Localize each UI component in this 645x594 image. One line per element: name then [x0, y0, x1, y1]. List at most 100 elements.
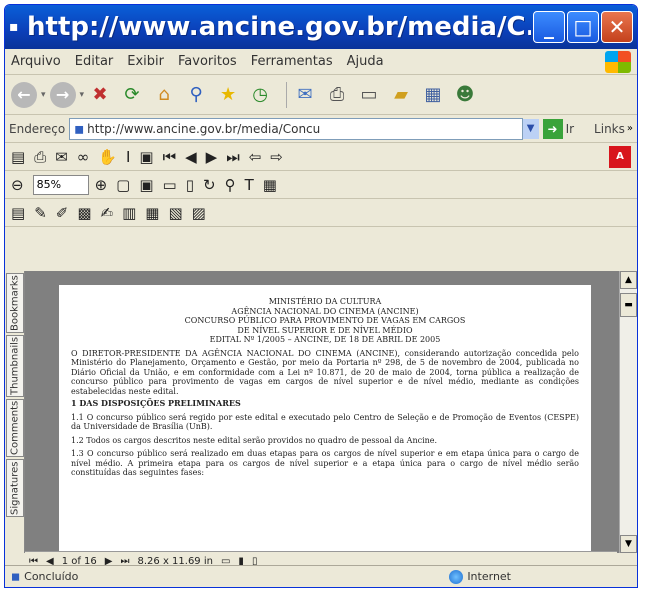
document-area[interactable]: MINISTÉRIO DA CULTURA AGÊNCIA NACIONAL D… — [25, 271, 619, 553]
security-zone: Internet — [449, 569, 511, 584]
close-button[interactable]: ✕ — [601, 11, 633, 43]
zoom-out-icon[interactable]: ⊖ — [11, 176, 24, 194]
page-icon: ◼ — [74, 121, 85, 136]
minimize-button[interactable]: _ — [533, 11, 565, 43]
last-page-icon[interactable]: ⏭ — [226, 148, 240, 166]
messenger-icon[interactable]: ☻ — [453, 83, 477, 107]
scroll-thumb[interactable]: ▬ — [620, 293, 637, 317]
menu-bar: Arquivo Editar Exibir Favoritos Ferramen… — [5, 49, 637, 75]
pdf-toolbar-2: ⊖ 85% ⊕ ▢ ▣ ▭ ▯ ↻ ⚲ T ▦ — [5, 171, 637, 199]
rotate-icon[interactable]: ↻ — [203, 176, 216, 194]
menu-edit[interactable]: Editar — [75, 54, 114, 69]
fit-width-icon[interactable]: ▭ — [163, 176, 177, 194]
column-icon[interactable]: ▧ — [168, 204, 182, 222]
go-arrow-icon[interactable]: ➜ — [542, 118, 563, 139]
mail-icon[interactable]: ✉ — [293, 83, 317, 107]
table-icon[interactable]: ▦ — [145, 204, 159, 222]
tab-comments[interactable]: Comments — [6, 399, 24, 457]
text-tool-icon[interactable]: T — [245, 176, 254, 194]
next-page-icon[interactable]: ▶ — [206, 148, 218, 166]
tab-bookmarks[interactable]: Bookmarks — [6, 273, 24, 333]
go-button[interactable]: Ir — [566, 122, 574, 136]
tab-signatures[interactable]: Signatures — [6, 459, 24, 517]
links-button[interactable]: Links — [594, 122, 625, 136]
back-dropdown-icon[interactable]: ▾ — [41, 90, 46, 100]
picture-tool-icon[interactable]: ▦ — [263, 176, 277, 194]
stamp-icon[interactable]: ▩ — [77, 204, 91, 222]
note-icon[interactable]: ▤ — [11, 204, 25, 222]
previous-page-icon[interactable]: ◀ — [185, 148, 197, 166]
print-icon[interactable]: ⎙ — [34, 148, 46, 166]
menu-tools[interactable]: Ferramentas — [251, 54, 333, 69]
previous-view-icon[interactable]: ⇦ — [249, 148, 262, 166]
vertical-scrollbar[interactable]: ▲ ▬ ▼ — [619, 271, 637, 553]
fit-page-icon[interactable]: ▣ — [139, 176, 153, 194]
navigation-tabs: Bookmarks Thumbnails Comments Signatures — [5, 271, 25, 553]
save-icon[interactable]: ▤ — [11, 148, 25, 166]
standard-toolbar: ← ▾ → ▾ ✖ ⟳ ⌂ ⚲ ★ ◷ ✉ ⎙ ▭ ▰ ▦ ☻ — [5, 75, 637, 115]
stop-icon[interactable]: ✖ — [88, 83, 112, 107]
status-bar: ◼ Concluído Internet — [5, 565, 637, 587]
research-icon[interactable]: ▦ — [421, 83, 445, 107]
window-title: http://www.ancine.gov.br/media/C... — [27, 12, 531, 42]
pencil-icon[interactable]: ✎ — [34, 204, 47, 222]
header-line: AGÊNCIA NACIONAL DO CINEMA (ANCINE) — [231, 306, 419, 316]
reflow-icon[interactable]: ▨ — [192, 204, 206, 222]
document-header: MINISTÉRIO DA CULTURA AGÊNCIA NACIONAL D… — [71, 297, 579, 345]
chevron-right-icon[interactable]: » — [627, 123, 633, 134]
home-icon[interactable]: ⌂ — [152, 83, 176, 107]
section-heading: 1 DAS DISPOSIÇÕES PRELIMINARES — [71, 398, 241, 408]
title-bar: ▪ http://www.ancine.gov.br/media/C... _ … — [5, 5, 637, 49]
back-button[interactable]: ← — [11, 81, 37, 108]
hand-tool-icon[interactable]: ✋ — [98, 148, 117, 166]
address-field[interactable]: ◼ http://www.ancine.gov.br/media/Concu — [69, 117, 523, 140]
form-icon[interactable]: ▥ — [122, 204, 136, 222]
forward-button[interactable]: → — [49, 81, 76, 108]
snapshot-icon[interactable]: ▣ — [139, 148, 153, 166]
scroll-down-icon[interactable]: ▼ — [620, 535, 637, 553]
zone-text: Internet — [467, 570, 511, 583]
tab-thumbnails[interactable]: Thumbnails — [6, 335, 24, 397]
email-icon[interactable]: ✉ — [55, 148, 68, 166]
adobe-acrobat-icon[interactable]: A — [609, 145, 631, 168]
binoculars-icon[interactable]: ∞ — [77, 148, 90, 166]
section-item: 1.3 O concurso público será realizado em… — [71, 449, 579, 477]
sign-icon[interactable]: ✍ — [101, 204, 114, 222]
intro-paragraph: O DIRETOR-PRESIDENTE DA AGÊNCIA NACIONAL… — [71, 348, 579, 396]
refresh-icon[interactable]: ⟳ — [120, 83, 144, 107]
pdf-toolbar-1: ▤ ⎙ ✉ ∞ ✋ Ⅰ ▣ ⏮ ◀ ▶ ⏭ ⇦ ⇨ A — [5, 143, 637, 171]
scroll-up-icon[interactable]: ▲ — [620, 271, 637, 289]
browser-window: ▪ http://www.ancine.gov.br/media/C... _ … — [4, 4, 638, 588]
magnifier-icon[interactable]: ⚲ — [225, 176, 236, 194]
fit-visible-icon[interactable]: ▯ — [186, 176, 194, 194]
history-icon[interactable]: ◷ — [248, 83, 272, 107]
zoom-input[interactable]: 85% — [32, 174, 89, 195]
header-line: EDITAL Nº 1/2005 – ANCINE, DE 18 DE ABRI… — [209, 335, 441, 344]
section-item: 1.1 O concurso público será regido por e… — [71, 412, 579, 432]
zoom-in-icon[interactable]: ⊕ — [95, 176, 108, 194]
section-item: 1.2 Todos os cargos descritos neste edit… — [71, 435, 438, 445]
header-line: CONCURSO PÚBLICO PARA PROVIMENTO DE VAGA… — [184, 316, 466, 325]
menu-favorites[interactable]: Favoritos — [178, 54, 237, 69]
next-view-icon[interactable]: ⇨ — [270, 148, 283, 166]
highlight-icon[interactable]: ✐ — [56, 204, 69, 222]
status-text: Concluído — [24, 570, 79, 583]
print-icon[interactable]: ⎙ — [325, 83, 349, 107]
search-icon[interactable]: ⚲ — [184, 83, 208, 107]
menu-file[interactable]: Arquivo — [11, 54, 61, 69]
ie-page-icon: ▪ — [9, 19, 19, 35]
pdf-toolbar-3: ▤ ✎ ✐ ▩ ✍ ▥ ▦ ▧ ▨ — [5, 199, 637, 227]
edit-icon[interactable]: ▭ — [357, 83, 381, 107]
actual-size-icon[interactable]: ▢ — [116, 176, 130, 194]
maximize-button[interactable]: □ — [567, 11, 599, 43]
select-text-icon[interactable]: Ⅰ — [126, 148, 130, 166]
pdf-page: MINISTÉRIO DA CULTURA AGÊNCIA NACIONAL D… — [59, 285, 591, 553]
favorites-star-icon[interactable]: ★ — [216, 83, 240, 107]
address-url: http://www.ancine.gov.br/media/Concu — [87, 121, 321, 136]
menu-help[interactable]: Ajuda — [347, 54, 384, 69]
address-dropdown-icon[interactable]: ▼ — [522, 118, 539, 139]
forward-dropdown-icon[interactable]: ▾ — [80, 90, 85, 100]
first-page-icon[interactable]: ⏮ — [163, 148, 177, 166]
folder-icon[interactable]: ▰ — [389, 83, 413, 107]
menu-view[interactable]: Exibir — [127, 54, 164, 69]
